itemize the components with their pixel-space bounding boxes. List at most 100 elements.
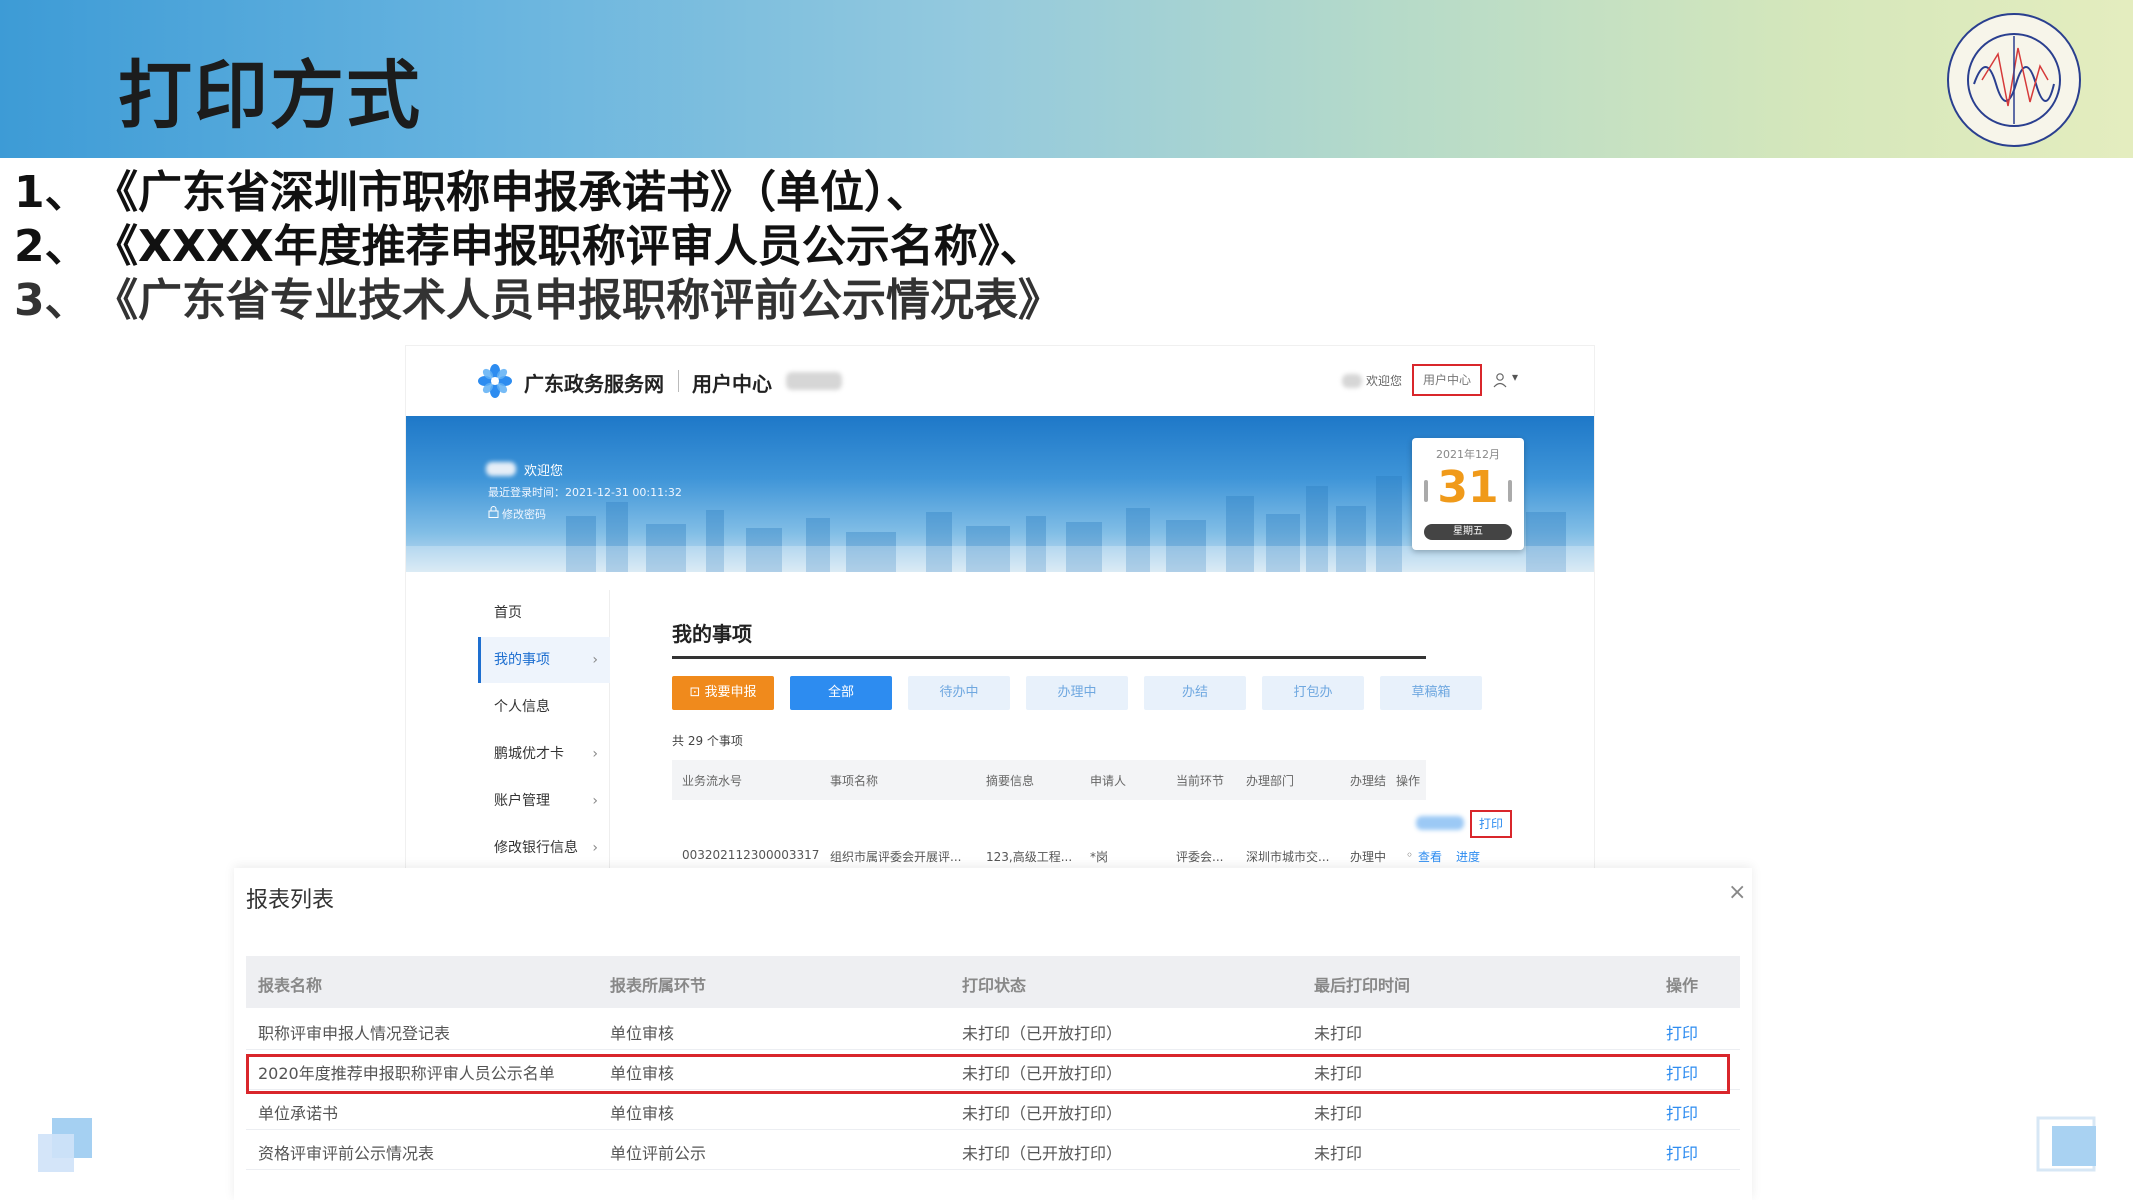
bullet-item-1: 1、 《广东省深圳市职称申报承诺书》（单位）、 [14, 166, 1062, 220]
chevron-right-icon: › [592, 793, 598, 809]
portal-sidebar: 首页 我的事项 › 个人信息 鹏城优才卡 › 账户管理 › 修改银行信息 › [478, 590, 610, 870]
report-print-status: 未打印（已开放打印） [962, 1104, 1123, 1123]
column-header: 打印状态 [962, 976, 1027, 995]
blurred-op-link [1416, 816, 1464, 830]
column-header: 申请人 [1090, 774, 1127, 788]
calendar-widget: 2021年12月 31 星期五 [1412, 438, 1524, 550]
user-center-button[interactable]: 用户中心 [1412, 364, 1482, 396]
column-header: 事项名称 [830, 774, 879, 788]
column-header: 报表所属环节 [610, 976, 707, 995]
chevron-right-icon: › [592, 652, 598, 668]
chevron-right-icon: › [592, 840, 598, 856]
decorative-squares-icon [38, 1118, 92, 1172]
report-last-print: 未打印 [1314, 1024, 1363, 1043]
topbar-divider [678, 370, 679, 392]
bullet-text: 《广东省专业技术人员申报职称评前公示情况表》 [94, 275, 1062, 326]
topbar-welcome-text: 欢迎您 [1366, 374, 1403, 388]
table-row: 职称评审申报人情况登记表 单位审核 未打印（已开放打印） 未打印 打印 [246, 1010, 1740, 1050]
report-print-link[interactable]: 打印 [1666, 1020, 1698, 1044]
report-last-print: 未打印 [1314, 1104, 1363, 1123]
report-name: 资格评审评前公示情况表 [258, 1144, 435, 1163]
user-icon[interactable] [1492, 372, 1508, 388]
matters-count: 共 29 个事项 [672, 734, 743, 748]
bullet-text: 《XXXX年度推荐申报职称评审人员公示名称》、 [94, 221, 1044, 272]
row-applicant: *岗 [1090, 850, 1109, 864]
bullet-num: 1、 [14, 167, 89, 218]
sata-logo-icon [1947, 13, 2081, 147]
sidebar-item-bank-info[interactable]: 修改银行信息 › [478, 825, 610, 870]
tab-completed[interactable]: 办结 [1144, 676, 1246, 710]
title-underline [672, 656, 1426, 659]
sidebar-item-personal-info[interactable]: 个人信息 [478, 684, 610, 730]
portal-topbar: 广东政务服务网 用户中心 欢迎您 用户中心 ▾ [406, 346, 1594, 416]
sidebar-item-home[interactable]: 首页 [478, 590, 610, 636]
column-header: 最后打印时间 [1314, 976, 1411, 995]
sidebar-item-label: 鹏城优才卡 [494, 746, 564, 762]
chevron-right-icon: › [592, 746, 598, 762]
report-list-dialog: 报表列表 × 报表名称 报表所属环节 打印状态 最后打印时间 操作 职称评审申报… [234, 868, 1752, 1200]
sidebar-item-account[interactable]: 账户管理 › [478, 778, 610, 824]
sidebar-item-label: 修改银行信息 [494, 840, 578, 856]
tab-pending[interactable]: 待办中 [908, 676, 1010, 710]
report-print-status: 未打印（已开放打印） [962, 1144, 1123, 1163]
sidebar-item-label: 个人信息 [494, 699, 550, 715]
sidebar-item-my-matters[interactable]: 我的事项 › [478, 637, 610, 683]
row-summary: 123,高级工程... [986, 850, 1073, 864]
tab-processing[interactable]: 办理中 [1026, 676, 1128, 710]
report-table-header: 报表名称 报表所属环节 打印状态 最后打印时间 操作 [246, 956, 1740, 1008]
column-header: 摘要信息 [986, 774, 1035, 788]
tab-drafts[interactable]: 草稿箱 [1380, 676, 1482, 710]
column-header: 业务流水号 [682, 774, 743, 788]
slide-title: 打印方式 [118, 53, 422, 139]
bullet-num: 2、 [14, 221, 89, 272]
table-row: 资格评审评前公示情况表 单位评前公示 未打印（已开放打印） 未打印 打印 [246, 1130, 1740, 1170]
column-header: 操作 [1666, 976, 1699, 995]
sidebar-item-talent-card[interactable]: 鹏城优才卡 › [478, 731, 610, 777]
lock-icon [488, 506, 499, 518]
calendar-month: 2021年12月 [1436, 448, 1500, 461]
close-icon[interactable]: × [1728, 880, 1746, 905]
sidebar-item-label: 首页 [494, 605, 522, 621]
bullet-num: 3、 [14, 275, 89, 326]
sidebar-item-label: 我的事项 [494, 652, 550, 668]
row-view-link[interactable]: 查看 [1418, 848, 1442, 865]
row-progress-link[interactable]: 进度 [1456, 848, 1480, 865]
report-print-status: 未打印（已开放打印） [962, 1024, 1123, 1043]
sidebar-item-label: 账户管理 [494, 793, 550, 809]
report-name: 单位承诺书 [258, 1104, 339, 1123]
row-matter-name[interactable]: 组织市属评委会开展评... [830, 848, 961, 865]
declare-button[interactable]: ⊡ 我要申报 [672, 676, 774, 710]
column-header: 办理结 [1350, 774, 1387, 788]
dialog-title: 报表列表 [246, 888, 335, 913]
blurred-avatar-name [486, 462, 516, 476]
report-stage: 单位审核 [610, 1104, 675, 1123]
tab-package[interactable]: 打包办 [1262, 676, 1364, 710]
decorative-squares-icon [2036, 1116, 2096, 1172]
calendar-day: 31 [1437, 462, 1499, 513]
blurred-greeting-name [1342, 374, 1362, 388]
chevron-down-icon[interactable]: ▾ [1512, 370, 1518, 384]
row-dept: 深圳市城市交... [1246, 850, 1330, 864]
portal-user-center-title: 用户中心 [692, 372, 772, 396]
row-serial: 003202112300003317 [682, 848, 820, 862]
eye-icon: ◦ [1406, 848, 1414, 862]
my-matters-title: 我的事项 [672, 622, 752, 646]
bullet-item-3: 3、 《广东省专业技术人员申报职称评前公示情况表》 [14, 274, 1062, 328]
bullet-text: 《广东省深圳市职称申报承诺书》（单位）、 [94, 167, 930, 218]
bullet-item-2: 2、 《XXXX年度推荐申报职称评审人员公示名称》、 [14, 220, 1062, 274]
report-print-link[interactable]: 打印 [1666, 1140, 1698, 1164]
tab-all[interactable]: 全部 [790, 676, 892, 710]
change-password-link[interactable]: 修改密码 [502, 506, 546, 522]
matters-table-header: 业务流水号 事项名称 摘要信息 申请人 当前环节 办理部门 办理结 操作 [672, 760, 1426, 800]
banner-welcome-text: 欢迎您 [524, 464, 564, 479]
calendar-weekday: 星期五 [1424, 524, 1512, 540]
row-status: 办理中 [1350, 850, 1387, 864]
table-row: 单位承诺书 单位审核 未打印（已开放打印） 未打印 打印 [246, 1090, 1740, 1130]
highlight-box [246, 1054, 1730, 1094]
column-header: 当前环节 [1176, 774, 1225, 788]
row-print-button[interactable]: 打印 [1470, 810, 1512, 838]
column-header: 办理部门 [1246, 774, 1295, 788]
report-print-link[interactable]: 打印 [1666, 1100, 1698, 1124]
portal-site-name[interactable]: 广东政务服务网 [524, 368, 664, 397]
declare-button-label: 我要申报 [704, 685, 757, 700]
